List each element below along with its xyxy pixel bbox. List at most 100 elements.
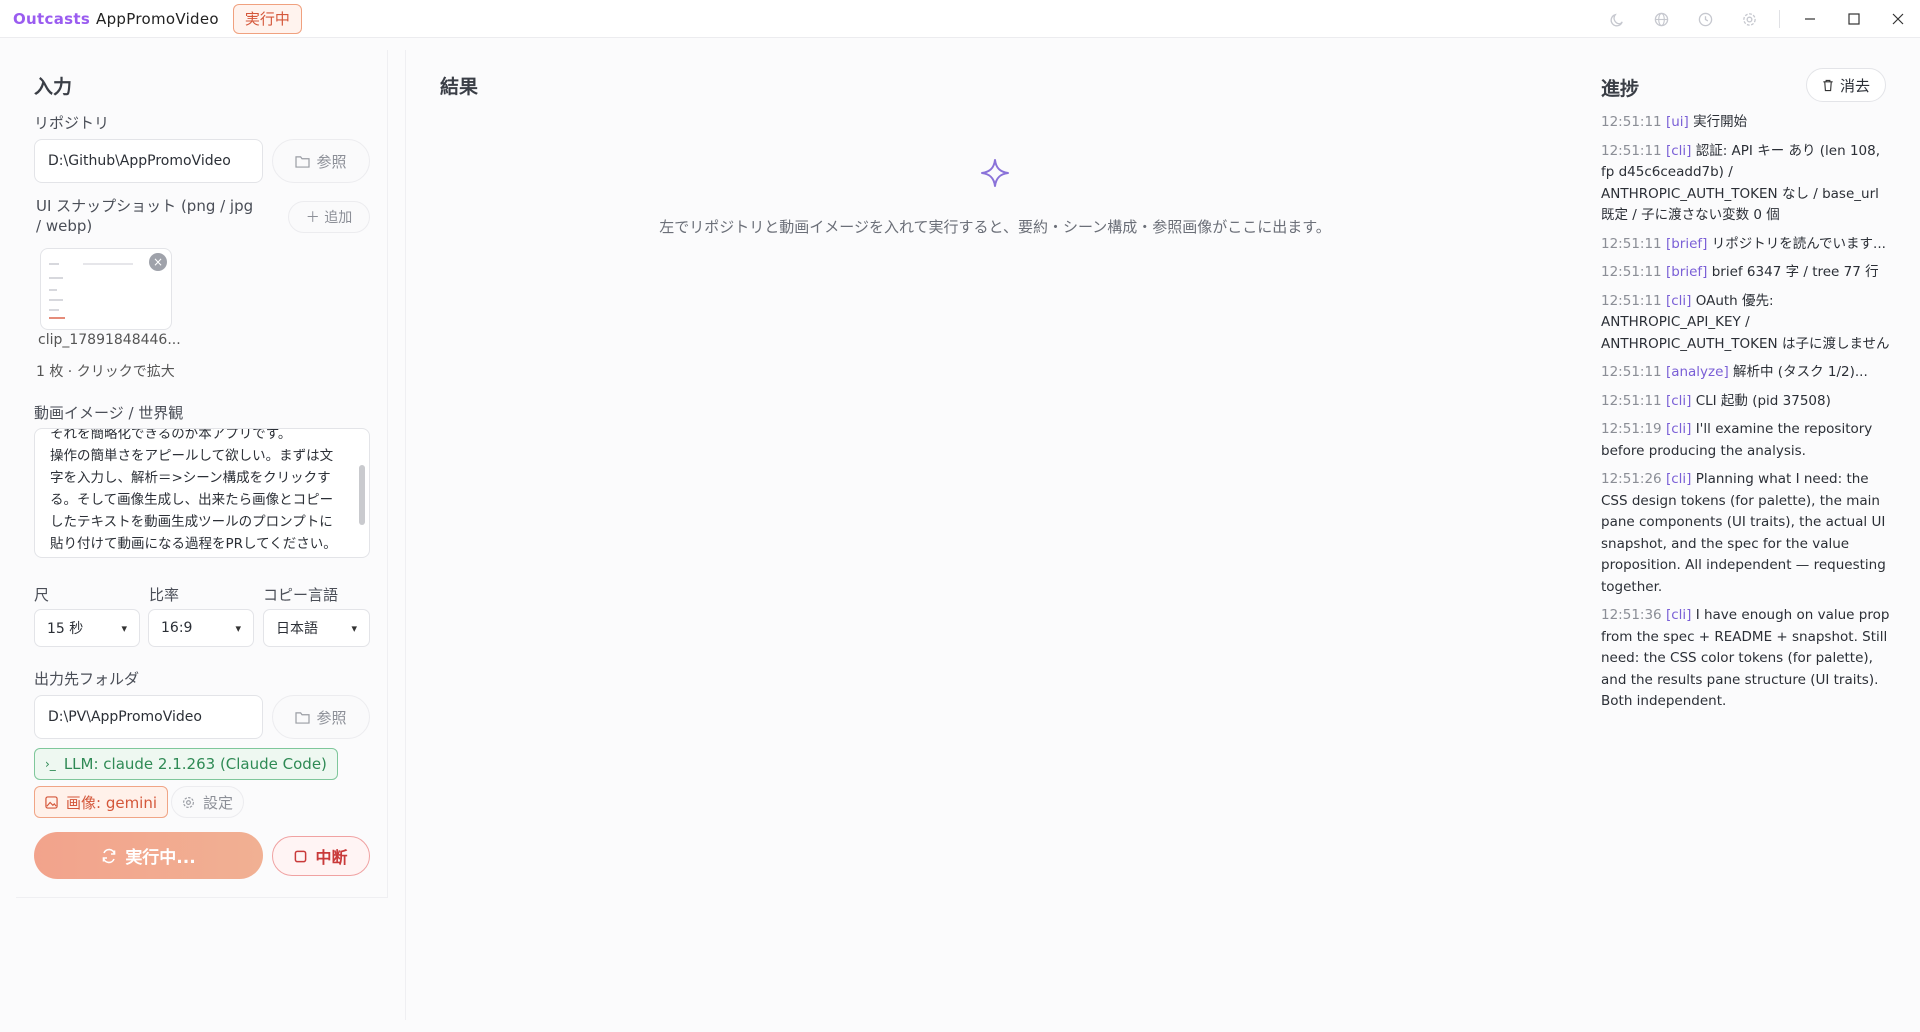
settings-button[interactable]: 設定: [171, 786, 245, 818]
log-timestamp: 12:51:11: [1601, 364, 1662, 380]
log-tag: [cli]: [1665, 421, 1692, 437]
gear-icon[interactable]: [1727, 0, 1771, 38]
output-browse-label: 参照: [316, 708, 347, 727]
image-engine-label: 画像: gemini: [66, 793, 158, 812]
log-tag: [cli]: [1665, 392, 1692, 409]
globe-icon[interactable]: [1639, 0, 1683, 38]
log-entry: 12:51:11 [cli] CLI 起動 (pid 37508): [1601, 391, 1891, 413]
textarea-line: それを簡略化できるのが本アプリです。: [50, 428, 292, 442]
maximize-icon[interactable]: [1832, 0, 1876, 38]
copy-lang-value: 日本語: [276, 621, 318, 637]
llm-badge: ›_ LLM: claude 2.1.263 (Claude Code): [34, 748, 338, 780]
textarea-scrollbar[interactable]: [359, 465, 365, 525]
log-timestamp: 12:51:36: [1601, 607, 1662, 623]
brand-name: Outcasts: [13, 9, 91, 28]
input-panel-title: 入力: [34, 76, 73, 98]
moon-icon[interactable]: [1595, 0, 1639, 38]
log-timestamp: 12:51:26: [1601, 471, 1662, 487]
log-text: 実行開始: [1693, 114, 1748, 130]
log-tag: [cli]: [1665, 142, 1692, 159]
textarea-line: 字を入力し、解析＝>シーン構成をクリックす: [50, 470, 331, 486]
progress-log: 12:51:11 [ui] 実行開始 12:51:11 [cli] 認証: API…: [1601, 112, 1891, 720]
progress-panel-title: 進捗: [1601, 78, 1640, 100]
ratio-label: 比率: [149, 586, 180, 604]
snapshot-thumbnail[interactable]: ×: [40, 248, 172, 330]
repo-input[interactable]: D:\Github\AppPromoVideo: [34, 139, 263, 183]
log-text: Planning what I need: the CSS design tok…: [1601, 471, 1886, 595]
snapshot-filename: clip_17891848446...: [38, 332, 181, 348]
length-label: 尺: [34, 586, 50, 604]
log-tag: [cli]: [1665, 292, 1692, 309]
textarea-line: したテキストを動画生成ツールのプロンプトに: [50, 514, 333, 530]
output-folder-input[interactable]: D:\PV\AppPromoVideo: [34, 695, 263, 739]
log-timestamp: 12:51:19: [1601, 421, 1662, 437]
chevron-down-icon: ▾: [351, 621, 357, 635]
log-tag: [cli]: [1665, 471, 1692, 487]
ratio-select[interactable]: 16:9 ▾: [148, 609, 254, 647]
terminal-icon: ›_: [45, 757, 56, 771]
log-tag: [ui]: [1665, 114, 1689, 130]
ratio-value: 16:9: [161, 620, 193, 636]
image-concept-textarea[interactable]: それを簡略化できるのが本アプリです。操作の簡単さをアピールして欲しい。まずは文字…: [34, 428, 370, 558]
image-engine-badge: 画像: gemini: [34, 786, 169, 818]
separator: [1779, 10, 1780, 28]
repo-browse-button[interactable]: 参照: [272, 139, 370, 183]
copy-lang-label: コピー言語: [263, 586, 339, 604]
llm-badge-label: LLM: claude 2.1.263 (Claude Code): [63, 755, 327, 773]
clear-log-button[interactable]: 消去: [1806, 68, 1886, 102]
log-entry: 12:51:11 [cli] 認証: API キー あり (len 108, f…: [1601, 141, 1891, 227]
snapshot-caption: 1 枚 · クリックで拡大: [36, 364, 175, 380]
trash-icon: [1823, 79, 1833, 91]
log-entry: 12:51:11 [cli] OAuth 優先: ANTHROPIC_API_K…: [1601, 291, 1891, 356]
image-icon: [45, 795, 58, 809]
repo-label: リポジトリ: [34, 114, 110, 132]
log-tag: [brief]: [1665, 264, 1708, 280]
log-entry: 12:51:11 [brief] brief 6347 字 / tree 77 …: [1601, 262, 1891, 284]
log-tag: [brief]: [1665, 235, 1708, 252]
stop-button[interactable]: 中断: [272, 836, 370, 876]
log-tag: [cli]: [1665, 607, 1692, 623]
refresh-icon: [103, 848, 116, 863]
log-entry: 12:51:36 [cli] I have enough on value pr…: [1601, 605, 1891, 713]
input-panel: 入力 リポジトリ D:\Github\AppPromoVideo 参照 UI ス…: [16, 50, 388, 898]
close-icon[interactable]: [1876, 0, 1920, 38]
log-entry: 12:51:11 [ui] 実行開始: [1601, 112, 1891, 134]
log-timestamp: 12:51:11: [1601, 235, 1662, 252]
sparkle-icon: [981, 159, 1009, 187]
copy-lang-select[interactable]: 日本語 ▾: [263, 609, 370, 647]
app-name: AppPromoVideo: [96, 9, 219, 28]
log-text: リポジトリを読んでいます...: [1711, 235, 1886, 252]
log-text: brief 6347 字 / tree 77 行: [1711, 264, 1879, 280]
log-timestamp: 12:51:11: [1601, 292, 1662, 309]
folder-icon: [295, 155, 311, 168]
log-entry: 12:51:11 [analyze] 解析中 (タスク 1/2)...: [1601, 362, 1891, 384]
log-timestamp: 12:51:11: [1601, 392, 1662, 409]
output-folder-label: 出力先フォルダ: [34, 670, 140, 688]
result-panel-title: 結果: [440, 76, 479, 98]
folder-icon: [295, 711, 311, 724]
chevron-down-icon: ▾: [121, 621, 127, 635]
length-value: 15 秒: [47, 621, 84, 637]
minimize-icon[interactable]: [1788, 0, 1832, 38]
textarea-line: 貼り付けて動画になる過程をPRしてください。: [50, 536, 337, 552]
textarea-line: 操作の簡単さをアピールして欲しい。まずは文: [50, 448, 334, 464]
status-badge: 実行中: [232, 3, 302, 34]
log-tag: [analyze]: [1665, 364, 1729, 380]
remove-snapshot-icon[interactable]: ×: [149, 253, 167, 271]
log-timestamp: 12:51:11: [1601, 114, 1662, 130]
log-timestamp: 12:51:11: [1601, 264, 1662, 280]
history-icon[interactable]: [1683, 0, 1727, 38]
result-empty-message: 左でリポジトリと動画イメージを入れて実行すると、要約・シーン構成・参照画像がここ…: [659, 218, 1331, 236]
log-timestamp: 12:51:11: [1601, 142, 1662, 159]
add-snapshot-button[interactable]: ＋ 追加: [288, 201, 370, 233]
panel-divider: [405, 50, 406, 1020]
image-concept-label: 動画イメージ / 世界観: [34, 404, 184, 422]
log-entry: 12:51:26 [cli] Planning what I need: the…: [1601, 469, 1891, 598]
output-browse-button[interactable]: 参照: [272, 695, 370, 739]
length-select[interactable]: 15 秒 ▾: [34, 609, 140, 647]
title-bar: Outcasts AppPromoVideo 実行中: [0, 0, 1920, 38]
run-label: 実行中...: [125, 848, 196, 868]
textarea-line: る。そして画像生成し、出来たら画像とコピー: [50, 492, 334, 508]
snapshot-label: UI スナップショット (png / jpg / webp): [36, 197, 254, 235]
run-button[interactable]: 実行中...: [34, 832, 263, 879]
